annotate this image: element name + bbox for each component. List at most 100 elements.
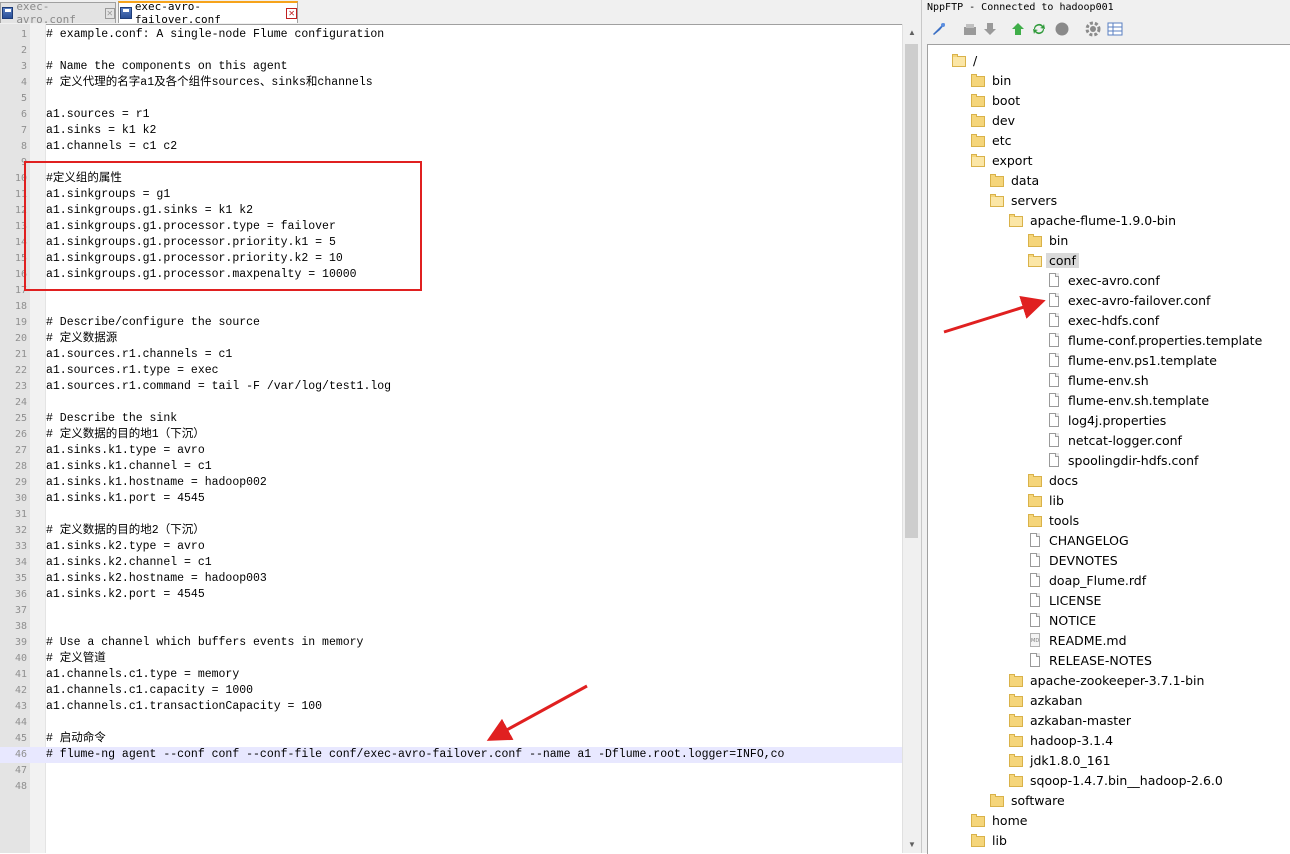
code-line[interactable]: 26 # 定义数据的目的地1（下沉）: [0, 427, 902, 443]
tree-file[interactable]: NOTICE: [1028, 610, 1096, 630]
tree-file[interactable]: spoolingdir-hdfs.conf: [1047, 450, 1198, 470]
code-line[interactable]: 32 # 定义数据的目的地2（下沉）: [0, 523, 902, 539]
code-line[interactable]: 41 a1.channels.c1.type = memory: [0, 667, 902, 683]
code-line[interactable]: 31: [0, 507, 902, 523]
tree-folder[interactable]: azkaban: [1009, 690, 1082, 710]
tree-file[interactable]: log4j.properties: [1047, 410, 1166, 430]
code-line[interactable]: 43 a1.channels.c1.transactionCapacity = 1…: [0, 699, 902, 715]
connect-icon[interactable]: [931, 21, 947, 37]
code-line[interactable]: 7 a1.sinks = k1 k2: [0, 123, 902, 139]
tree-folder[interactable]: apache-zookeeper-3.7.1-bin: [1009, 670, 1204, 690]
tree-file[interactable]: README.md: [1028, 630, 1127, 650]
code-line[interactable]: 28 a1.sinks.k1.channel = c1: [0, 459, 902, 475]
code-line[interactable]: 15 a1.sinkgroups.g1.processor.priority.k2…: [0, 251, 902, 267]
tree-folder[interactable]: export: [971, 150, 1033, 170]
code-line[interactable]: 33 a1.sinks.k2.type = avro: [0, 539, 902, 555]
tree-file[interactable]: exec-avro.conf: [1047, 270, 1160, 290]
tree-folder[interactable]: boot: [971, 90, 1020, 110]
code-line[interactable]: 39 # Use a channel which buffers events i…: [0, 635, 902, 651]
tree-folder[interactable]: tools: [1028, 510, 1079, 530]
ftp-file-tree[interactable]: / bin boot dev etc export data servers apache-fl…: [927, 44, 1290, 854]
tree-file[interactable]: doap_Flume.rdf: [1028, 570, 1146, 590]
queue-icon[interactable]: [1107, 21, 1123, 37]
code-line[interactable]: 29 a1.sinks.k1.hostname = hadoop002: [0, 475, 902, 491]
code-line[interactable]: 8 a1.channels = c1 c2: [0, 139, 902, 155]
tree-folder[interactable]: bin: [1028, 230, 1068, 250]
code-line[interactable]: 44: [0, 715, 902, 731]
code-line[interactable]: 13 a1.sinkgroups.g1.processor.type = fail…: [0, 219, 902, 235]
vertical-scrollbar[interactable]: ▲ ▼: [902, 24, 921, 853]
code-line[interactable]: 30 a1.sinks.k1.port = 4545: [0, 491, 902, 507]
settings-icon[interactable]: [1085, 21, 1101, 37]
scrollbar-thumb[interactable]: [905, 44, 918, 538]
code-line[interactable]: 4 # 定义代理的名字a1及各个组件sources、sinks和channels: [0, 75, 902, 91]
code-line[interactable]: 36 a1.sinks.k2.port = 4545: [0, 587, 902, 603]
code-line[interactable]: 46 # flume-ng agent --conf conf --conf-fi…: [0, 747, 902, 763]
tree-folder[interactable]: docs: [1028, 470, 1078, 490]
download-icon[interactable]: [983, 21, 999, 37]
tree-file[interactable]: RELEASE-NOTES: [1028, 650, 1152, 670]
code-line[interactable]: 2: [0, 43, 902, 59]
abort-icon[interactable]: [1054, 21, 1070, 37]
tree-folder[interactable]: sqoop-1.4.7.bin__hadoop-2.6.0: [1009, 770, 1223, 790]
upload-icon[interactable]: [1010, 21, 1026, 37]
code-line[interactable]: 45 # 启动命令: [0, 731, 902, 747]
tree-file[interactable]: flume-env.ps1.template: [1047, 350, 1217, 370]
code-line[interactable]: 11 a1.sinkgroups = g1: [0, 187, 902, 203]
tree-folder[interactable]: bin: [971, 70, 1011, 90]
tree-folder[interactable]: hadoop-3.1.4: [1009, 730, 1113, 750]
code-line[interactable]: 22 a1.sources.r1.type = exec: [0, 363, 902, 379]
code-line[interactable]: 20 # 定义数据源: [0, 331, 902, 347]
tree-file[interactable]: DEVNOTES: [1028, 550, 1118, 570]
close-icon[interactable]: ✕: [104, 7, 115, 19]
code-line[interactable]: 19 # Describe/configure the source: [0, 315, 902, 331]
code-line[interactable]: 16 a1.sinkgroups.g1.processor.maxpenalty …: [0, 267, 902, 283]
code-line[interactable]: 1 # example.conf: A single-node Flume con…: [0, 27, 902, 43]
tree-file[interactable]: exec-avro-failover.conf: [1047, 290, 1210, 310]
tree-folder[interactable]: lib: [1028, 490, 1064, 510]
tab-exec-avro-conf[interactable]: exec-avro.conf ✕: [0, 0, 116, 26]
code-line[interactable]: 21 a1.sources.r1.channels = c1: [0, 347, 902, 363]
code-line[interactable]: 12 a1.sinkgroups.g1.sinks = k1 k2: [0, 203, 902, 219]
refresh-icon[interactable]: [1031, 21, 1047, 37]
tree-file[interactable]: LICENSE: [1028, 590, 1101, 610]
code-line[interactable]: 38: [0, 619, 902, 635]
code-line[interactable]: 24: [0, 395, 902, 411]
tree-folder[interactable]: apache-flume-1.9.0-bin: [1009, 210, 1176, 230]
code-line[interactable]: 5: [0, 91, 902, 107]
tree-folder[interactable]: software: [990, 790, 1065, 810]
scroll-up-icon[interactable]: ▲: [903, 24, 921, 41]
code-line[interactable]: 37: [0, 603, 902, 619]
tree-folder[interactable]: conf: [1028, 250, 1079, 270]
code-line[interactable]: 3 # Name the components on this agent: [0, 59, 902, 75]
tree-folder[interactable]: dev: [971, 110, 1015, 130]
tree-file[interactable]: flume-env.sh: [1047, 370, 1149, 390]
tree-folder[interactable]: lib: [971, 830, 1007, 850]
code-line[interactable]: 42 a1.channels.c1.capacity = 1000: [0, 683, 902, 699]
code-line[interactable]: 10 #定义组的属性: [0, 171, 902, 187]
tree-file[interactable]: netcat-logger.conf: [1047, 430, 1182, 450]
code-line[interactable]: 14 a1.sinkgroups.g1.processor.priority.k1…: [0, 235, 902, 251]
editor-pane[interactable]: exec-avro.conf ✕ exec-avro-failover.conf…: [0, 0, 921, 853]
code-line[interactable]: 48: [0, 779, 902, 795]
tree-file[interactable]: exec-hdfs.conf: [1047, 310, 1159, 330]
code-line[interactable]: 35 a1.sinks.k2.hostname = hadoop003: [0, 571, 902, 587]
close-icon[interactable]: ✕: [286, 7, 298, 19]
tree-folder[interactable]: data: [990, 170, 1039, 190]
tab-exec-avro-failover-conf[interactable]: exec-avro-failover.conf ✕: [118, 0, 298, 26]
tree-folder[interactable]: etc: [971, 130, 1011, 150]
code-line[interactable]: 40 # 定义管道: [0, 651, 902, 667]
code-line[interactable]: 6 a1.sources = r1: [0, 107, 902, 123]
code-line[interactable]: 27 a1.sinks.k1.type = avro: [0, 443, 902, 459]
code-line[interactable]: 23 a1.sources.r1.command = tail -F /var/l…: [0, 379, 902, 395]
code-line[interactable]: 17: [0, 283, 902, 299]
code-area[interactable]: 1 # example.conf: A single-node Flume con…: [0, 27, 902, 795]
code-line[interactable]: 9: [0, 155, 902, 171]
tree-file[interactable]: flume-conf.properties.template: [1047, 330, 1262, 350]
tree-folder[interactable]: home: [971, 810, 1027, 830]
code-line[interactable]: 18: [0, 299, 902, 315]
tree-file[interactable]: CHANGELOG: [1028, 530, 1129, 550]
code-line[interactable]: 25 # Describe the sink: [0, 411, 902, 427]
tree-file[interactable]: flume-env.sh.template: [1047, 390, 1209, 410]
tree-folder[interactable]: servers: [990, 190, 1057, 210]
